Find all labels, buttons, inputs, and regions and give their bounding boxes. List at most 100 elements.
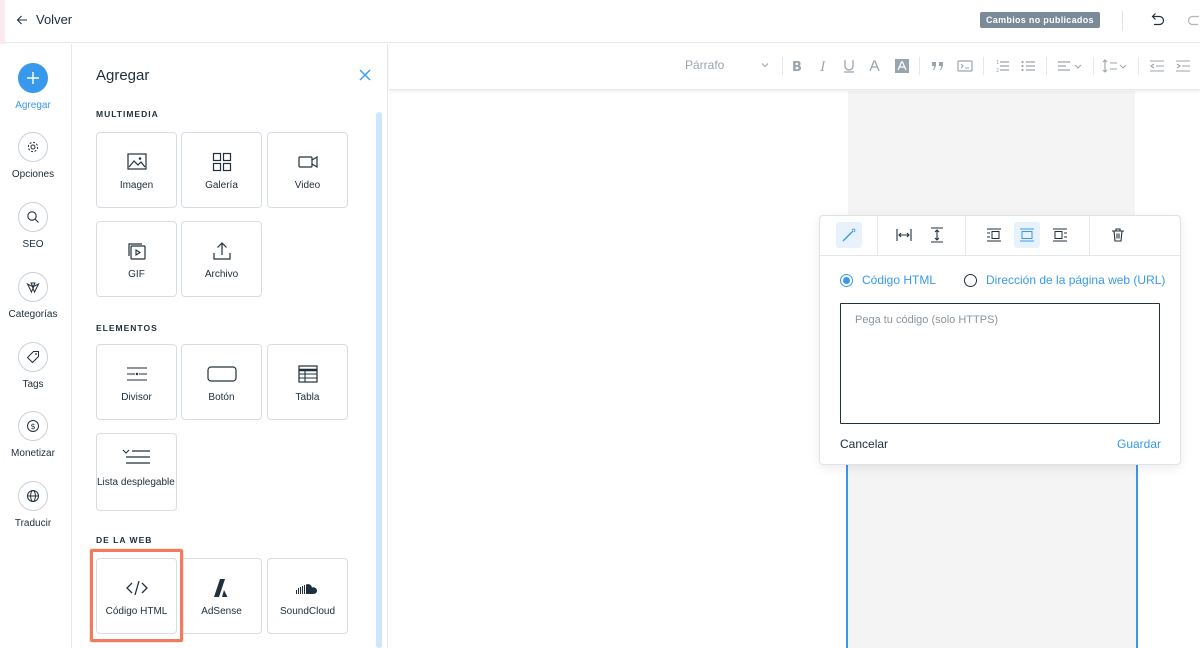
tile-label: Tabla [295,392,320,403]
align-center-button[interactable] [1014,222,1040,248]
rail-item-monetize[interactable]: $ Monetizar [0,411,66,459]
divider [1093,57,1094,75]
line-spacing-icon[interactable] [1102,58,1118,74]
edit-button[interactable] [836,222,862,248]
tile-label: AdSense [201,606,242,617]
rail-item-categories[interactable]: Categorías [0,272,66,320]
tile-label: Lista desplegable [97,477,175,488]
rail-item-label: Opciones [11,169,55,180]
divider [1122,11,1123,31]
tile-file[interactable]: Archivo [181,221,262,297]
tile-image[interactable]: Imagen [96,132,177,208]
back-label: Volver [36,12,73,27]
tile-adsense[interactable]: AdSense [181,558,262,634]
radio-label: Código HTML [862,273,937,287]
gif-icon [127,243,146,260]
gear-icon [18,132,48,162]
radio-selected-icon [840,273,853,287]
redo-icon[interactable] [1186,11,1200,29]
tile-gallery[interactable]: Galería [181,132,262,208]
rail-item-seo[interactable]: SEO [0,202,66,250]
radio-website-url[interactable]: Dirección de la página web (URL) [964,273,1165,287]
categories-icon [18,272,48,302]
svg-text:B: B [792,60,802,74]
underline-icon[interactable] [841,58,857,74]
tag-icon [18,342,48,372]
tile-label: SoundCloud [279,606,336,617]
rail-item-add[interactable]: Agregar [0,63,66,111]
rail-item-options[interactable]: Opciones [0,132,66,180]
code-block-icon[interactable] [957,58,973,74]
tile-soundcloud[interactable]: SoundCloud [267,558,348,634]
align-left-icon[interactable] [1057,58,1073,74]
paragraph-select[interactable]: Párrafo [685,58,769,72]
text-color-icon[interactable] [867,58,883,74]
arrow-left-icon [16,15,27,24]
outdent-icon[interactable] [1149,58,1165,74]
image-icon [126,153,147,170]
divider [877,216,878,256]
indent-icon[interactable] [1175,58,1191,74]
status-badge: Cambios no publicados [980,12,1100,28]
code-icon [125,580,148,596]
magic-wand-icon [842,228,856,242]
rail-item-translate[interactable]: Traducir [0,481,66,529]
popup-toolbar [820,216,1180,256]
left-rail: Agregar Opciones SEO Categorías Tags $ M… [0,44,72,648]
save-button[interactable]: Guardar [1117,437,1161,451]
tile-dropdown[interactable]: Lista desplegable [96,433,177,511]
panel-scrollbar[interactable] [376,112,382,648]
delete-button[interactable] [1105,222,1131,248]
radio-html-code[interactable]: Código HTML [840,273,936,287]
tile-divider[interactable]: Divisor [96,344,177,420]
close-icon[interactable] [358,68,372,82]
align-left-button[interactable] [981,222,1007,248]
divider [983,57,984,75]
highlight-color-icon[interactable] [894,58,910,74]
html-settings-popup: Código HTML Dirección de la página web (… [819,215,1181,465]
quote-icon[interactable] [930,58,946,74]
adsense-logo-icon [213,579,227,597]
code-input[interactable] [840,303,1160,424]
tile-label: Galería [205,180,238,191]
divider [1138,57,1139,75]
chevron-down-icon[interactable] [1118,58,1128,74]
tile-label: Imagen [119,180,154,191]
tile-gif[interactable]: GIF [96,221,177,297]
tile-label: Código HTML [105,606,168,617]
align-right-button[interactable] [1047,222,1073,248]
bold-icon[interactable]: B [789,58,805,74]
divider [965,216,966,256]
radio-empty-icon [964,273,977,287]
rail-item-label: Tags [22,379,44,390]
undo-icon[interactable] [1148,11,1166,29]
panel-title: Agregar [96,67,150,84]
section-multimedia: MULTIMEDIA [96,109,159,119]
tile-label: Divisor [121,392,152,403]
back-button[interactable]: Volver [16,12,72,27]
tile-video[interactable]: Video [267,132,348,208]
plus-icon [18,63,48,93]
paragraph-select-value: Párrafo [685,58,725,72]
html-embed-block[interactable] [846,462,1138,648]
chevron-down-icon[interactable] [1073,58,1083,74]
search-icon [18,202,48,232]
vertical-resize-icon [931,227,943,243]
rail-item-tags[interactable]: Tags [0,342,66,390]
cancel-button[interactable]: Cancelar [840,437,888,451]
height-button[interactable] [924,222,950,248]
rail-item-label: Categorías [8,309,58,320]
bullet-list-icon[interactable] [1020,58,1036,74]
tile-button[interactable]: Botón [181,344,262,420]
svg-text:2: 2 [996,68,999,74]
tile-html-code[interactable]: Código HTML [96,558,177,634]
tile-table[interactable]: Tabla [267,344,348,420]
dropdown-list-icon [122,449,150,464]
divider [919,57,920,75]
tile-label: Archivo [204,269,239,280]
width-button[interactable] [891,222,917,248]
numbered-list-icon[interactable]: 12 [994,58,1010,74]
italic-icon[interactable]: I [815,58,831,74]
rail-item-label: Monetizar [11,448,55,459]
button-icon [206,366,237,382]
